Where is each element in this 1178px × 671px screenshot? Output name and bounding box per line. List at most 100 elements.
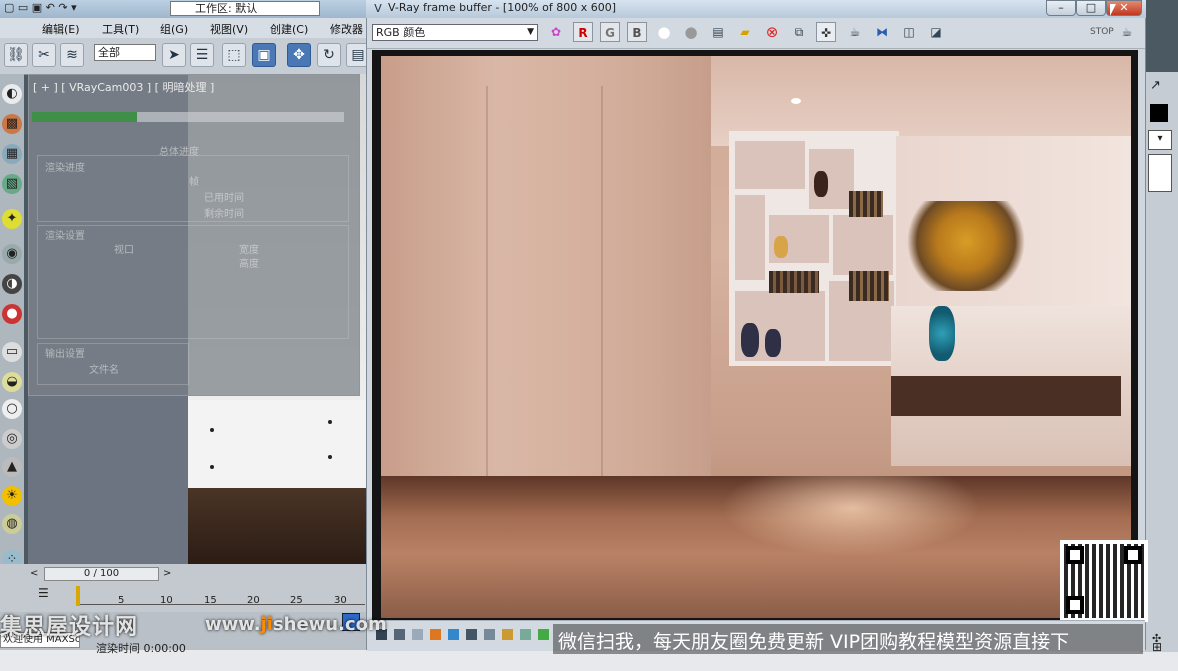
vfb-title: V-Ray frame buffer - [100% of 800 x 600] — [388, 1, 617, 14]
color-swatch[interactable] — [1150, 104, 1168, 122]
rendered-image[interactable] — [381, 56, 1131, 618]
unlink-icon[interactable]: ✂ — [32, 43, 56, 67]
rotate-icon[interactable]: ↻ — [317, 43, 341, 67]
timeline-next-icon[interactable]: > — [163, 568, 171, 579]
scene-gold-vase — [774, 236, 788, 258]
link-icon[interactable]: ⧓ — [872, 22, 892, 42]
red-channel-button[interactable]: R — [573, 22, 593, 42]
stop-render-icon[interactable]: STOP — [1090, 22, 1114, 42]
menu-modifiers[interactable]: 修改器 — [330, 21, 363, 37]
green-channel-button[interactable]: G — [600, 22, 620, 42]
track-view-icon[interactable]: ☰ — [38, 586, 56, 602]
dialog-width-label: 宽度 — [239, 245, 259, 256]
teapot-icon[interactable]: ◐ — [2, 84, 22, 104]
camera-icon[interactable]: ◉ — [2, 244, 22, 264]
box-icon[interactable]: ▭ — [2, 342, 22, 362]
select-link-icon[interactable]: ⛓ — [4, 43, 28, 67]
render-time-label: 渲染时间 — [96, 642, 140, 655]
spacewarp-icon[interactable]: ● — [2, 304, 22, 324]
vfb-bottom-icon[interactable] — [448, 629, 459, 640]
max-titlebar: ▢ ▭ ▣ ↶ ↷ ▾ 工作区: 默认 — [0, 0, 370, 18]
vfb-bottom-icon[interactable] — [394, 629, 405, 640]
duplicate-to-max-icon[interactable]: ⧉ — [789, 22, 809, 42]
alpha-white-icon[interactable]: ● — [654, 22, 674, 42]
vfb-bottom-icon[interactable] — [502, 629, 513, 640]
timeline-tick: 10 — [160, 595, 173, 606]
geosphere-icon[interactable]: ◍ — [2, 514, 22, 534]
scene-floor-highlight — [721, 476, 981, 556]
scene-books — [849, 271, 889, 301]
menu-edit[interactable]: 编辑(E) — [42, 21, 80, 37]
track-mouse-icon[interactable]: ✜ — [816, 22, 836, 42]
vfb-bottom-icon[interactable] — [484, 629, 495, 640]
render-frame-icon[interactable]: ▧ — [2, 174, 22, 194]
frame-counter[interactable]: 0 / 100 — [44, 567, 159, 581]
dialog-frame-label: 帧 — [189, 177, 199, 188]
viewport-dot — [210, 428, 214, 432]
vfb-bottom-icon[interactable] — [430, 629, 441, 640]
render-teapot-icon[interactable]: ☕ — [1117, 22, 1137, 42]
open-image-icon[interactable]: ▰ — [735, 22, 755, 42]
window-crossing-icon[interactable]: ▣ — [252, 43, 276, 67]
scene-ceiling-light — [791, 98, 801, 104]
menu-views[interactable]: 视图(V) — [210, 21, 248, 37]
render-time-status: 渲染时间 0:00:00 — [96, 640, 186, 656]
vfb-bottom-icon[interactable] — [520, 629, 531, 640]
scene-books — [769, 271, 819, 293]
frame-history-icon[interactable]: ◫ — [899, 22, 919, 42]
mono-icon[interactable]: ● — [681, 22, 701, 42]
cylinder-icon[interactable]: ○ — [2, 399, 22, 419]
lut-icon[interactable]: ◪ — [926, 22, 946, 42]
orbit-icon[interactable]: ✣ — [1152, 632, 1161, 645]
material-editor-icon[interactable]: ▩ — [2, 114, 22, 134]
vfb-bottom-icon[interactable] — [412, 629, 423, 640]
render-setup-icon[interactable]: ▦ — [2, 144, 22, 164]
vfb-bottom-icon[interactable] — [466, 629, 477, 640]
scene-blue-vase — [929, 306, 955, 361]
timeline-prev-icon[interactable]: < — [30, 568, 38, 579]
bind-spacewarp-icon[interactable]: ≋ — [60, 43, 84, 67]
max-main-toolbar: ⛓ ✂ ≋ ➤ ☰ ⬚ ▣ ✥ ↻ ▤ — [0, 38, 370, 75]
minimize-button[interactable]: – — [1046, 0, 1076, 16]
viewport-label[interactable]: [ + ] [ VRayCam003 ] [ 明暗处理 ] — [33, 79, 214, 95]
sun-icon[interactable]: ☀ — [2, 486, 22, 506]
rect-selection-icon[interactable]: ⬚ — [222, 43, 246, 67]
time-marker[interactable] — [76, 586, 80, 606]
move-icon[interactable]: ✥ — [287, 43, 311, 67]
region-render-icon[interactable]: ☕ — [845, 22, 865, 42]
menu-create[interactable]: 创建(C) — [270, 21, 308, 37]
panel-dropdown[interactable]: ▾ — [1148, 130, 1172, 150]
render-time-value: 0:00:00 — [143, 642, 186, 655]
torus-icon[interactable]: ◎ — [2, 429, 22, 449]
panel-arrow-icon[interactable]: ↗ — [1150, 78, 1168, 96]
panel-list[interactable] — [1148, 154, 1172, 192]
cone-icon[interactable]: ▲ — [2, 457, 22, 477]
save-image-icon[interactable]: ▤ — [708, 22, 728, 42]
viewport-wall — [188, 400, 370, 490]
scene-wardrobe-wall — [381, 56, 711, 526]
dialog-output-settings-label: 输出设置 — [45, 349, 85, 360]
dialog-remaining-label: 剩余时间 — [204, 209, 244, 220]
clear-image-icon[interactable]: ⊗ — [762, 22, 782, 42]
promo-text: 微信扫我，每天朋友圈免费更新 VIP团购教程模型资源直接下 — [558, 631, 1070, 653]
vfb-bottom-icon[interactable] — [538, 629, 549, 640]
maximize-button[interactable]: □ — [1076, 0, 1106, 16]
rendering-progress-dialog: 总体进度 渲染进度 帧 已用时间 剩余时间 渲染设置 视口 宽度 高度 输出设置… — [28, 74, 360, 396]
workspace-selector[interactable]: 工作区: 默认 — [170, 1, 320, 16]
menu-tools[interactable]: 工具(T) — [102, 21, 139, 37]
sphere-icon[interactable]: ◒ — [2, 372, 22, 392]
max-menubar: 编辑(E) 工具(T) 组(G) 视图(V) 创建(C) 修改器 — [0, 18, 370, 39]
channel-dropdown-value: RGB 颜色 — [376, 26, 426, 39]
selection-filter-dropdown[interactable]: 全部 — [94, 44, 156, 61]
scene-ginger-jar — [765, 329, 781, 357]
channel-dropdown[interactable]: RGB 颜色 ▼ — [372, 24, 538, 41]
menu-group[interactable]: 组(G) — [160, 21, 188, 37]
color-channels-icon[interactable]: ✿ — [546, 22, 566, 42]
light-icon[interactable]: ✦ — [2, 209, 22, 229]
quick-access-icons[interactable]: ▢ ▭ ▣ ↶ ↷ ▾ — [4, 1, 77, 14]
scene-books — [849, 191, 883, 217]
select-object-icon[interactable]: ➤ — [162, 43, 186, 67]
select-by-name-icon[interactable]: ☰ — [190, 43, 214, 67]
blue-channel-button[interactable]: B — [627, 22, 647, 42]
helper-icon[interactable]: ◑ — [2, 274, 22, 294]
